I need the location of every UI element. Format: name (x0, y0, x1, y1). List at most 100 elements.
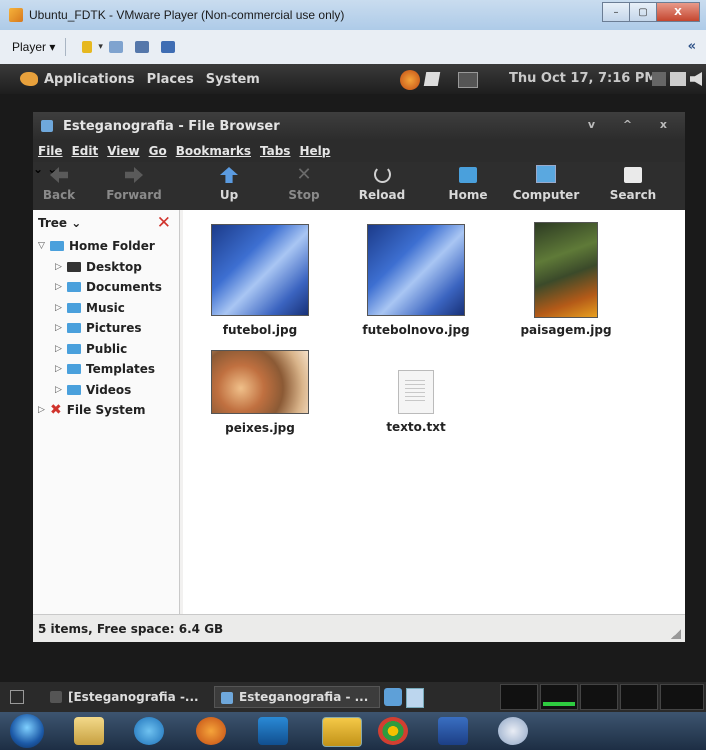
applications-menu[interactable]: Applications (44, 72, 135, 87)
tree-item-documents[interactable]: ▷ Documents (33, 277, 179, 298)
back-button[interactable]: Back (41, 162, 77, 210)
collapsed-triangle-icon[interactable]: ▷ (55, 385, 67, 395)
file-name: texto.txt (386, 420, 446, 434)
sidebar-header: Tree ⌄ ✕ (33, 210, 179, 236)
system-tray (652, 70, 704, 88)
file-manager-task-icon[interactable] (384, 688, 402, 706)
back-arrow-icon (50, 167, 68, 183)
tree-item-videos[interactable]: ▷ Videos (33, 380, 179, 401)
collapsed-triangle-icon[interactable]: ▷ (55, 323, 67, 333)
collapse-toolbar-button[interactable]: « (688, 39, 696, 54)
file-item-peixes[interactable]: peixes.jpg (205, 350, 315, 435)
pause-dropdown-icon[interactable]: ▾ (98, 42, 103, 52)
browser-body: Tree ⌄ ✕ ▽ Home Folder ▷ Desktop ▷ Docum… (33, 210, 685, 614)
home-button[interactable]: Home (448, 162, 488, 210)
search-button[interactable]: Search (607, 162, 659, 210)
collapsed-triangle-icon[interactable]: ▷ (55, 303, 67, 313)
clock[interactable]: Thu Oct 17, 7:16 PM (509, 71, 657, 86)
file-item-futebolnovo[interactable]: futebolnovo.jpg (353, 224, 479, 337)
stop-label: Stop (288, 188, 320, 202)
paint-icon[interactable] (498, 717, 528, 745)
firefox-launcher-icon[interactable] (400, 70, 420, 90)
vmware-window-title: Ubuntu_FDTK - VMware Player (Non-commerc… (29, 8, 345, 22)
image-thumbnail (211, 224, 309, 316)
folder-icon (67, 282, 81, 293)
tree-item-label: Public (86, 341, 128, 356)
unity-icon[interactable] (160, 41, 175, 53)
firefox-icon[interactable] (196, 717, 226, 745)
tree-item-home-folder[interactable]: ▽ Home Folder (33, 236, 179, 257)
workspace-5[interactable] (660, 684, 704, 710)
workspace-4[interactable] (620, 684, 658, 710)
vmware-taskbar-icon[interactable] (322, 717, 362, 747)
places-menu[interactable]: Places (147, 72, 194, 87)
tree-item-public[interactable]: ▷ Public (33, 339, 179, 360)
maximize-button[interactable]: ▢ (629, 2, 657, 22)
menu-tabs[interactable]: Tabs (260, 144, 290, 158)
status-text: 5 items, Free space: 6.4 GB (38, 621, 224, 636)
display-tray-icon[interactable] (670, 72, 686, 86)
toolbar-divider (65, 38, 67, 56)
media-player-icon[interactable] (258, 717, 288, 745)
window-control-buttons[interactable]: v ^ x (588, 118, 679, 131)
resize-grip-icon[interactable] (671, 629, 681, 639)
collapsed-triangle-icon[interactable]: ▷ (55, 344, 67, 354)
workspace-1[interactable] (500, 684, 538, 710)
fullscreen-icon[interactable] (134, 41, 149, 53)
close-sidebar-button[interactable]: ✕ (157, 213, 171, 233)
menu-help[interactable]: Help (299, 144, 330, 158)
tree-item-label: Videos (86, 382, 132, 397)
word-icon[interactable] (438, 717, 468, 745)
sidebar-mode-selector[interactable]: Tree ⌄ (38, 216, 81, 230)
menu-go[interactable]: Go (149, 144, 167, 158)
file-name: paisagem.jpg (520, 323, 612, 337)
file-item-futebol[interactable]: futebol.jpg (205, 224, 315, 337)
terminal-launcher-icon[interactable] (458, 72, 478, 88)
file-icon-view[interactable]: futebol.jpg futebolnovo.jpg paisagem.jpg… (183, 210, 685, 614)
tree-item-pictures[interactable]: ▷ Pictures (33, 318, 179, 339)
start-button-icon[interactable] (10, 714, 44, 748)
tree-item-file-system[interactable]: ▷ ✖ File System (33, 400, 179, 421)
pause-icon[interactable] (82, 41, 93, 53)
forward-button[interactable]: Forward (103, 162, 165, 210)
folder-icon (67, 302, 81, 313)
minimize-button[interactable]: – (602, 2, 630, 22)
chrome-icon[interactable] (378, 717, 408, 745)
explorer-icon[interactable] (74, 717, 104, 745)
menu-edit[interactable]: Edit (72, 144, 99, 158)
text-editor-launcher-icon[interactable] (423, 72, 441, 86)
task-label: Esteganografia - ... (239, 690, 369, 704)
close-button[interactable]: X (656, 2, 700, 22)
network-icon[interactable] (108, 41, 123, 53)
reload-button[interactable]: Reload (357, 162, 407, 210)
taskbar-item-esteganografia-1[interactable]: [Esteganografia -... (44, 686, 210, 708)
workspace-3[interactable] (580, 684, 618, 710)
collapsed-triangle-icon[interactable]: ▷ (55, 282, 67, 292)
stop-button[interactable]: ✕ Stop (285, 162, 323, 210)
back-label: Back (42, 188, 76, 202)
show-desktop-icon[interactable] (10, 690, 24, 704)
workspace-2[interactable] (540, 684, 578, 710)
tree-item-music[interactable]: ▷ Music (33, 298, 179, 319)
collapsed-triangle-icon[interactable]: ▷ (55, 262, 67, 272)
up-button[interactable]: Up (213, 162, 245, 210)
collapsed-triangle-icon[interactable]: ▷ (38, 405, 50, 415)
system-menu[interactable]: System (206, 72, 260, 87)
volume-icon[interactable] (690, 72, 702, 86)
collapsed-triangle-icon[interactable]: ▷ (55, 364, 67, 374)
window-task-icon[interactable] (406, 688, 424, 708)
expanded-triangle-icon[interactable]: ▽ (38, 241, 50, 251)
menu-file[interactable]: File (38, 144, 63, 158)
taskbar-item-esteganografia-2[interactable]: Esteganografia - ... (214, 686, 380, 708)
folder-icon (67, 343, 81, 354)
tree-item-desktop[interactable]: ▷ Desktop (33, 257, 179, 278)
player-menu-button[interactable]: Player ▾ (12, 40, 55, 54)
menu-bookmarks[interactable]: Bookmarks (176, 144, 251, 158)
menu-view[interactable]: View (107, 144, 139, 158)
internet-explorer-icon[interactable] (134, 717, 164, 745)
network-tray-icon[interactable] (652, 72, 666, 86)
computer-button[interactable]: Computer (511, 162, 581, 210)
tree-item-templates[interactable]: ▷ Templates (33, 359, 179, 380)
file-item-texto[interactable]: texto.txt (373, 370, 459, 434)
file-item-paisagem[interactable]: paisagem.jpg (513, 222, 619, 337)
